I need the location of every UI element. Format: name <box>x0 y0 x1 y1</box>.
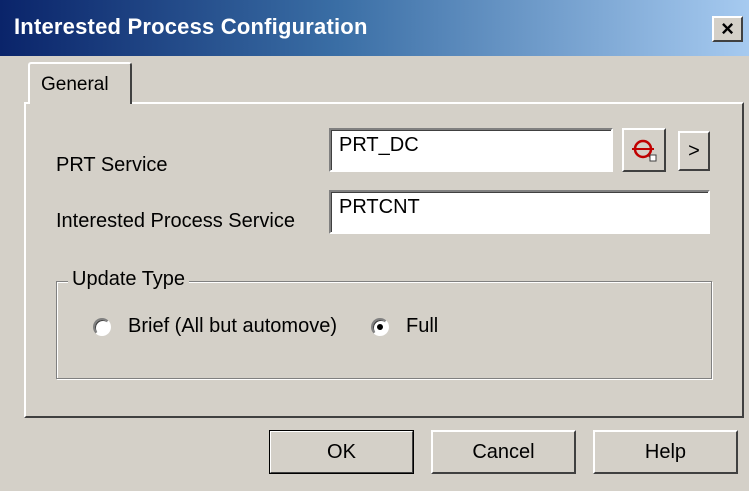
close-icon: × <box>721 16 734 41</box>
cancel-button-label: Cancel <box>472 440 535 463</box>
search-icon <box>632 139 657 162</box>
interested-service-value: PRTCNT <box>339 196 420 218</box>
radio-brief-label[interactable]: Brief (All but automove) <box>128 315 337 338</box>
prt-service-label: PRT Service <box>56 154 168 176</box>
prt-service-value: PRT_DC <box>339 134 419 156</box>
window-title: Interested Process Configuration <box>14 14 368 39</box>
title-bar[interactable]: Interested Process Configuration × <box>0 0 749 56</box>
tab-general-label: General <box>41 74 109 95</box>
tab-general[interactable]: General <box>28 62 132 104</box>
close-button[interactable]: × <box>712 16 743 42</box>
radio-full[interactable] <box>371 318 389 336</box>
help-button[interactable]: Help <box>593 430 738 474</box>
prt-service-field[interactable]: PRT_DC <box>329 128 613 172</box>
prt-service-next-button[interactable]: > <box>678 131 710 171</box>
help-button-label: Help <box>644 440 687 463</box>
interested-service-label: Interested Process Service <box>56 210 295 232</box>
radio-brief[interactable] <box>93 318 111 336</box>
prt-service-browse-button[interactable] <box>622 128 666 172</box>
update-type-legend: Update Type <box>68 268 190 291</box>
radio-selected-dot <box>377 324 383 330</box>
chevron-right-icon: > <box>688 139 700 162</box>
radio-full-label[interactable]: Full <box>406 315 438 338</box>
ok-button[interactable]: OK <box>269 430 414 474</box>
cancel-button[interactable]: Cancel <box>431 430 576 474</box>
interested-service-field[interactable]: PRTCNT <box>329 190 710 234</box>
ok-button-label: OK <box>327 440 356 463</box>
